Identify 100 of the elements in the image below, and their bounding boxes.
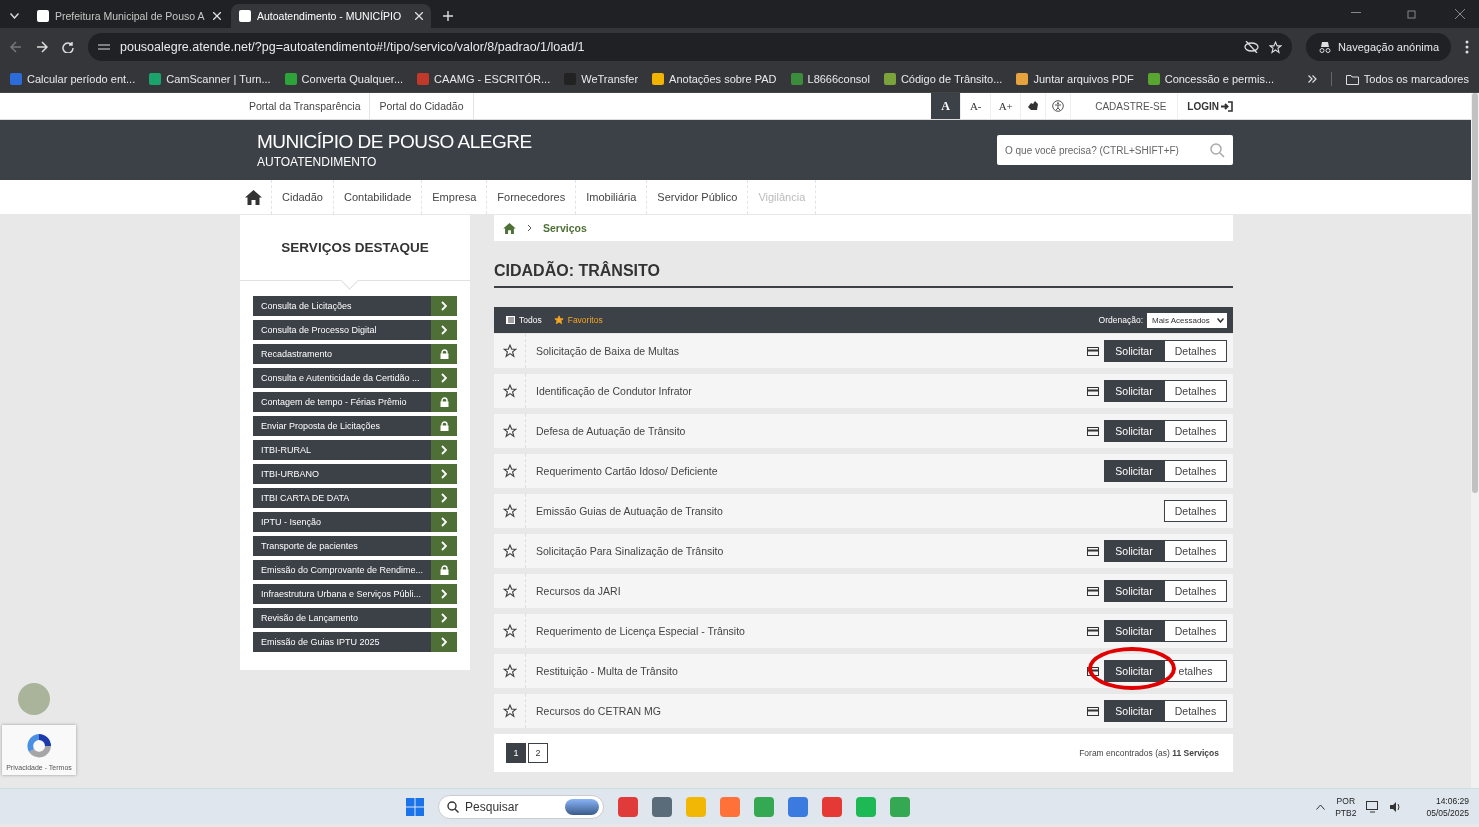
details-button[interactable]: Detalhes	[1164, 420, 1227, 442]
taskbar-app-icon[interactable]	[788, 796, 809, 817]
new-tab-icon[interactable]	[443, 11, 453, 21]
breadcrumb-link[interactable]: Serviços	[543, 222, 587, 234]
keyboard-layout-label: PTB2	[1335, 807, 1357, 818]
featured-service-link[interactable]: ITBI-URBANO	[253, 464, 457, 484]
font-size-button[interactable]: A+	[991, 93, 1022, 119]
details-button[interactable]: Detalhes	[1164, 700, 1227, 722]
featured-service-link[interactable]: Revisão de Lançamento	[253, 608, 457, 628]
taskbar-search-field[interactable]: Pesquisar	[438, 794, 605, 819]
featured-service-link[interactable]: IPTU - Isenção	[253, 512, 457, 532]
star-icon[interactable]	[502, 384, 517, 398]
clock[interactable]: 14:06:29 05/05/2025	[1426, 795, 1469, 818]
request-button[interactable]: Solicitar	[1104, 340, 1164, 362]
chevron-icon	[441, 301, 447, 311]
menu-icon[interactable]	[1465, 40, 1469, 54]
scrollbar-thumb[interactable]	[1472, 93, 1478, 493]
request-button[interactable]: Solicitar	[1104, 420, 1164, 442]
details-button[interactable]: Detalhes	[1164, 380, 1227, 402]
reload-icon[interactable]	[62, 41, 74, 53]
details-button[interactable]: Detalhes	[1164, 580, 1227, 602]
back-icon[interactable]	[10, 41, 22, 53]
restore-icon[interactable]	[1407, 9, 1417, 19]
request-button[interactable]: Solicitar	[1104, 580, 1164, 602]
star-icon[interactable]	[502, 664, 517, 678]
request-button[interactable]: Solicitar	[1104, 460, 1164, 482]
search-field[interactable]: O que você precisa? (CTRL+SHIFT+F)	[997, 135, 1233, 165]
featured-service-link[interactable]: Enviar Proposta de Licitações	[253, 416, 457, 436]
page-button[interactable]: 2	[528, 743, 548, 763]
minimize-icon[interactable]	[1351, 12, 1361, 14]
forward-icon[interactable]	[36, 41, 48, 53]
eye-off-icon[interactable]	[1244, 41, 1260, 53]
site-settings-icon[interactable]	[98, 42, 110, 52]
request-button[interactable]: Solicitar	[1104, 700, 1164, 722]
accessibility-icon[interactable]	[1052, 100, 1065, 112]
taskbar-app-icon[interactable]	[618, 796, 639, 817]
details-button[interactable]: Detalhes	[1164, 540, 1227, 562]
featured-service-link[interactable]: ITBI CARTA DE DATA	[253, 488, 457, 508]
page-button[interactable]: 1	[506, 743, 526, 763]
nav-link[interactable]: Contabilidade	[334, 180, 423, 214]
chevron-down-icon[interactable]	[10, 13, 19, 19]
network-icon[interactable]	[1366, 800, 1381, 813]
font-size-button[interactable]: A	[931, 93, 962, 119]
register-link[interactable]: CADASTRE-SE	[1071, 93, 1179, 119]
taskbar-app-icon[interactable]	[652, 796, 673, 817]
language-indicator[interactable]: POR PTB2	[1335, 795, 1357, 818]
chevron-up-icon[interactable]	[1316, 803, 1326, 810]
font-size-button[interactable]: A-	[961, 93, 992, 119]
windows-logo-icon[interactable]	[406, 797, 425, 816]
star-icon[interactable]	[502, 464, 517, 478]
address-bar[interactable]: pousoalegre.atende.net/?pg=autoatendimento#!/tipo/servico/valor/8/padrao/1/load/1	[88, 33, 1293, 61]
star-icon[interactable]	[502, 344, 517, 358]
details-button[interactable]: Detalhes	[1164, 460, 1227, 482]
star-icon[interactable]	[502, 424, 517, 438]
featured-service-link[interactable]: Infraestrutura Urbana e Serviços Públi...	[253, 584, 457, 604]
request-button[interactable]: Solicitar	[1104, 380, 1164, 402]
star-icon[interactable]	[502, 584, 517, 598]
featured-service-link[interactable]: Emissão de Guias IPTU 2025	[253, 632, 457, 652]
details-button[interactable]: Detalhes	[1164, 500, 1227, 522]
featured-service-link[interactable]: Emissão do Comprovante de Rendime...	[253, 560, 457, 580]
bookmark-icon	[417, 73, 430, 85]
bookmark-icon	[652, 73, 665, 85]
featured-service-link[interactable]: ITBI-RURAL	[253, 440, 457, 460]
featured-service-link[interactable]: Transporte de pacientes	[253, 536, 457, 556]
browser-tab[interactable]: Prefeitura Municipal de Pouso A	[29, 4, 229, 28]
featured-service-link[interactable]: Recadastramento	[253, 344, 457, 364]
nav-link[interactable]: Servidor Público	[647, 180, 749, 214]
nav-link[interactable]: Cidadão	[272, 180, 334, 214]
speaker-icon[interactable]	[1390, 800, 1403, 813]
featured-service-link[interactable]: Consulta e Autenticidade da Certidão ...	[253, 368, 457, 388]
login-link[interactable]: LOGIN	[1178, 93, 1233, 119]
nav-link[interactable]: Empresa	[422, 180, 488, 214]
star-icon[interactable]	[502, 544, 517, 558]
details-button[interactable]: Detalhes	[1164, 620, 1227, 642]
bookmark-item[interactable]: L8666consol	[790, 73, 870, 85]
top-link[interactable]: Portal da Transparência	[240, 93, 371, 119]
browser-tab[interactable]: Autoatendimento - MUNICÍPIO	[231, 4, 431, 28]
request-button[interactable]: Solicitar	[1104, 660, 1164, 682]
request-button[interactable]: Solicitar	[1104, 620, 1164, 642]
nav-link[interactable]: Imobiliária	[576, 180, 648, 214]
home-icon[interactable]	[245, 189, 262, 205]
details-button[interactable]: etalhes	[1164, 660, 1227, 682]
nav-link[interactable]: Fornecedores	[487, 180, 577, 214]
taskbar-app-icon[interactable]	[822, 796, 843, 817]
filter-link[interactable]: Favoritos	[553, 315, 603, 325]
details-button[interactable]: Detalhes	[1164, 340, 1227, 362]
home-icon[interactable]	[503, 222, 516, 234]
incognito-badge[interactable]: Navegação anónima	[1306, 33, 1451, 61]
top-link[interactable]: Portal do Cidadão	[370, 93, 474, 119]
star-icon[interactable]	[502, 704, 517, 718]
star-icon[interactable]	[502, 504, 517, 518]
sort-dropdown[interactable]: Mais Acessados	[1147, 312, 1227, 328]
featured-service-link[interactable]: Consulta de Processo Digital	[253, 320, 457, 340]
star-icon[interactable]	[502, 624, 517, 638]
featured-service-link[interactable]: Consulta de Licitações	[253, 296, 457, 316]
double-chevron-icon[interactable]	[1307, 75, 1317, 83]
bookmark-item[interactable]: WeTransfer	[564, 73, 639, 85]
request-button[interactable]: Solicitar	[1104, 540, 1164, 562]
filter-link[interactable]: Todos	[506, 315, 542, 325]
featured-service-link[interactable]: Contagem de tempo - Férias Prêmio	[253, 392, 457, 412]
